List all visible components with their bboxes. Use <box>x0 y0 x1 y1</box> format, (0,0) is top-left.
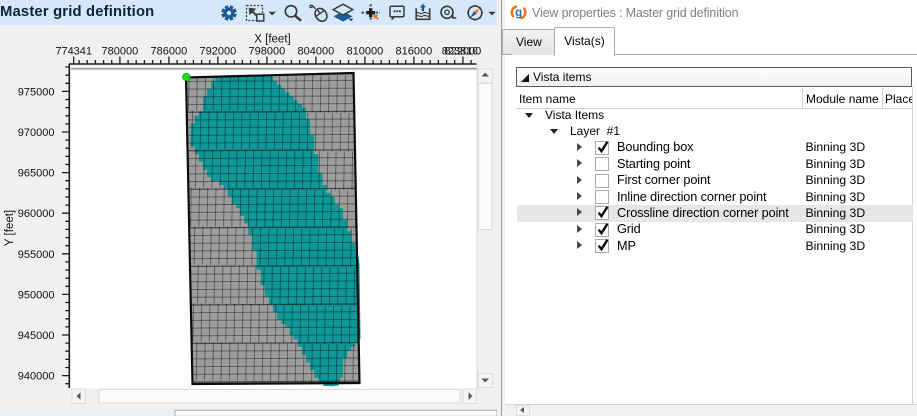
svg-text:792000: 792000 <box>200 46 237 58</box>
svg-text:798000: 798000 <box>249 46 286 58</box>
svg-text:970000: 970000 <box>18 127 55 139</box>
svg-text:965000: 965000 <box>18 168 55 180</box>
svg-text:950000: 950000 <box>18 289 55 301</box>
svg-text:816000: 816000 <box>396 46 433 58</box>
svg-text:955000: 955000 <box>18 249 55 261</box>
svg-text:975000: 975000 <box>18 86 55 98</box>
svg-text:960000: 960000 <box>18 208 55 220</box>
svg-text:780000: 780000 <box>102 46 139 58</box>
svg-text:810000: 810000 <box>347 46 384 58</box>
svg-text:945000: 945000 <box>18 330 55 342</box>
svg-text:g: g <box>515 7 522 19</box>
svg-text:774341: 774341 <box>55 46 92 58</box>
svg-text:823810: 823810 <box>442 46 479 58</box>
svg-text:940000: 940000 <box>18 371 55 383</box>
svg-text:Y [feet]: Y [feet] <box>4 210 16 246</box>
svg-text:786000: 786000 <box>151 46 188 58</box>
svg-text:X [feet]: X [feet] <box>254 34 290 46</box>
svg-text:804000: 804000 <box>298 46 335 58</box>
